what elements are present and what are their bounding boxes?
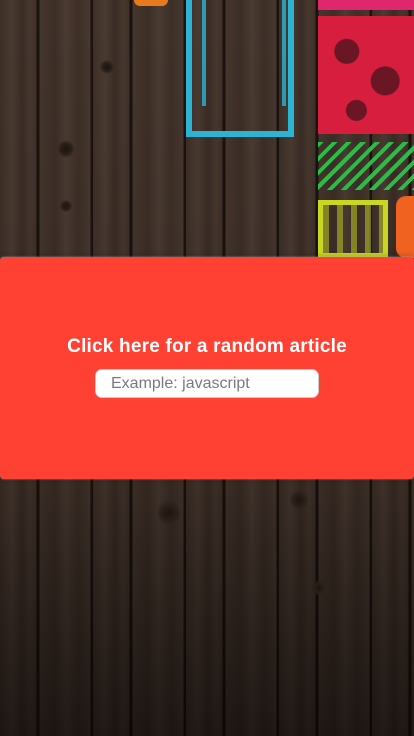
- wall-art-orange-shape: [134, 0, 168, 6]
- search-panel: Click here for a random article: [0, 257, 414, 479]
- wall-art-blue-lines: [202, 0, 286, 106]
- search-input[interactable]: [95, 369, 319, 398]
- wall-art-red-pattern: [318, 16, 414, 134]
- wall-art-green-stripes: [318, 142, 414, 190]
- wood-knot: [100, 60, 114, 74]
- wood-knot: [158, 500, 180, 526]
- wood-knot: [60, 200, 72, 212]
- wall-art-pink-strip: [318, 0, 414, 10]
- random-article-link[interactable]: Click here for a random article: [0, 336, 414, 358]
- wall-art-yellow-pattern: [318, 200, 388, 258]
- wall-art-orange-shape: [396, 196, 414, 258]
- wood-knot: [312, 580, 326, 596]
- wood-knot: [290, 490, 308, 510]
- wood-knot: [58, 140, 74, 158]
